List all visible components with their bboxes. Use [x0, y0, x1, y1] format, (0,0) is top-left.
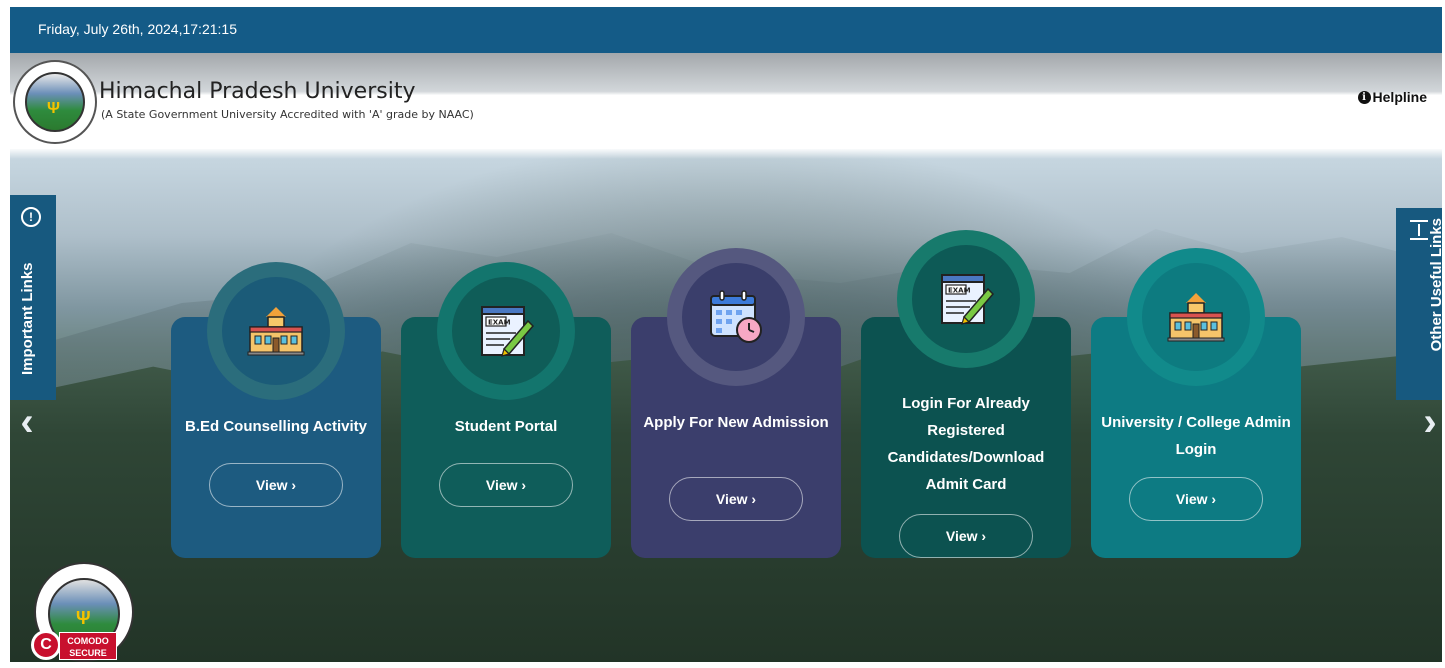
- comodo-secure-label: COMODO SECURE: [59, 632, 117, 660]
- view-button[interactable]: View ›: [1129, 477, 1263, 521]
- university-subtitle: (A State Government University Accredite…: [101, 108, 474, 121]
- university-building-icon: [222, 277, 330, 385]
- important-links-tab[interactable]: ! Important Links: [10, 195, 56, 400]
- page-frame: Friday, July 26th, 2024,17:21:15 Ψ Himac…: [10, 7, 1442, 662]
- card-title: Student Portal: [454, 418, 558, 435]
- card-title: B.Ed Counselling Activity: [185, 418, 367, 435]
- trident-icon: Ψ: [47, 100, 60, 117]
- view-button[interactable]: View ›: [439, 463, 573, 507]
- university-name[interactable]: Himachal Pradesh University: [99, 79, 415, 104]
- svg-text:EXAM: EXAM: [948, 287, 971, 295]
- helpline-link[interactable]: i Helpline: [1357, 89, 1427, 105]
- current-datetime: Friday, July 26th, 2024,17:21:15: [38, 21, 237, 37]
- other-useful-links-tab[interactable]: Other Useful Links: [1396, 208, 1442, 400]
- comodo-secure-badge[interactable]: C COMODO SECURE: [31, 626, 121, 662]
- svg-text:EXAM: EXAM: [488, 319, 511, 327]
- card-title: Apply For New Admission: [643, 414, 829, 431]
- view-button[interactable]: View ›: [899, 514, 1033, 558]
- card-student-portal[interactable]: EXAM Student Portal View ›: [401, 262, 611, 558]
- card-university-admin-login[interactable]: University / College Admin Login View ›: [1091, 248, 1301, 558]
- other-useful-links-label: Other Useful Links: [1428, 218, 1442, 352]
- comodo-c-icon: C: [31, 630, 61, 660]
- card-apply-new-admission[interactable]: Apply For New Admission View ›: [631, 248, 841, 558]
- menu-lines-icon: [1410, 220, 1428, 240]
- calendar-clock-icon: [682, 263, 790, 371]
- carousel-prev-arrow-icon[interactable]: ‹: [15, 402, 39, 442]
- info-icon: i: [1357, 90, 1371, 104]
- exam-paper-icon: EXAM: [912, 245, 1020, 353]
- carousel-next-arrow-icon[interactable]: ›: [1418, 402, 1442, 442]
- helpline-label: Helpline: [1372, 89, 1427, 105]
- exclamation-circle-icon: !: [21, 207, 41, 227]
- card-login-admit-card[interactable]: EXAM Login For Already Registered Candid…: [861, 230, 1071, 558]
- view-button[interactable]: View ›: [209, 463, 343, 507]
- university-logo[interactable]: Ψ: [13, 60, 97, 144]
- important-links-label: Important Links: [19, 262, 36, 375]
- card-title: University / College Admin Login: [1101, 414, 1291, 458]
- exam-paper-icon: EXAM: [452, 277, 560, 385]
- card-bed-counselling[interactable]: B.Ed Counselling Activity View ›: [171, 262, 381, 558]
- date-time-bar: Friday, July 26th, 2024,17:21:15: [10, 7, 1442, 53]
- university-building-icon: [1142, 263, 1250, 371]
- card-title: Login For Already Registered Candidates/…: [887, 395, 1045, 493]
- view-button[interactable]: View ›: [669, 477, 803, 521]
